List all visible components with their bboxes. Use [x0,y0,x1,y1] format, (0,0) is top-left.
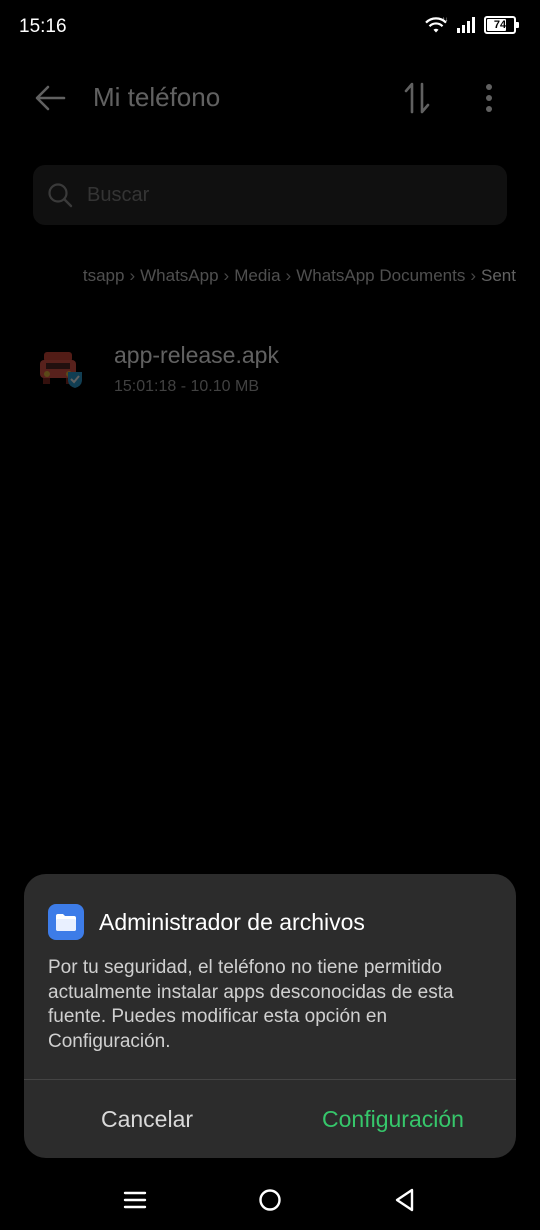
breadcrumb-item[interactable]: WhatsApp Documents [296,266,465,286]
search-icon [48,183,73,208]
sort-button[interactable] [398,78,438,118]
wifi-icon: ↑↓ [425,17,448,33]
apk-file-icon [40,352,82,388]
chevron-right-icon: › [470,266,477,285]
battery-level: 74 [493,19,507,31]
status-time: 15:16 [19,16,67,37]
dialog-message: Por tu seguridad, el teléfono no tiene p… [48,957,454,1052]
install-blocked-dialog: Administrador de archivos Por tu segurid… [24,874,516,1158]
svg-text:↑↓: ↑↓ [442,17,448,23]
folder-icon [48,904,84,940]
page-title: Mi teléfono [93,82,221,112]
status-icons: ↑↓ 74 [424,16,519,34]
battery-icon: 74 [484,16,519,34]
file-name: app-release.apk [114,342,279,368]
breadcrumb-item[interactable]: Media [234,266,280,286]
nav-back-button[interactable] [388,1184,422,1216]
breadcrumb-item[interactable]: WhatsApp [140,266,218,286]
home-button[interactable] [253,1184,287,1216]
status-bar: 15:16 ↑↓ 74 [0,0,540,56]
back-button[interactable] [30,78,70,118]
breadcrumb-list: tsapp › WhatsApp › Media › WhatsApp Documents ›… [83,266,516,286]
navigation-bar [0,1170,540,1230]
chevron-right-icon: › [223,266,230,285]
dialog-title: Administrador de archivos [99,909,365,935]
chevron-right-icon: › [285,266,292,285]
list-item[interactable]: app-release.apk 15:01:18 - 10.10 MB [0,330,540,410]
menu-icon [123,1191,147,1209]
sort-icon [404,82,430,114]
breadcrumb: tsapp › WhatsApp › Media › WhatsApp Documents ›… [0,266,540,292]
breadcrumb-item[interactable]: tsapp [83,266,125,286]
arrow-left-icon [35,85,66,111]
chevron-right-icon: › [129,266,136,285]
cancel-button[interactable]: Cancelar [24,1080,270,1158]
signal-icon [457,17,475,33]
search-placeholder: Buscar [87,184,150,206]
more-vert-icon [486,84,492,112]
settings-button[interactable]: Configuración [270,1080,516,1158]
search-input[interactable]: Buscar [33,165,507,225]
home-circle-icon [259,1189,281,1211]
file-meta: 15:01:18 - 10.10 MB [114,378,259,395]
breadcrumb-current[interactable]: Sent [481,266,516,286]
recents-button[interactable] [118,1184,152,1216]
toolbar: Mi teléfono [0,70,540,126]
more-options-button[interactable] [472,78,506,118]
back-triangle-icon [395,1188,414,1212]
